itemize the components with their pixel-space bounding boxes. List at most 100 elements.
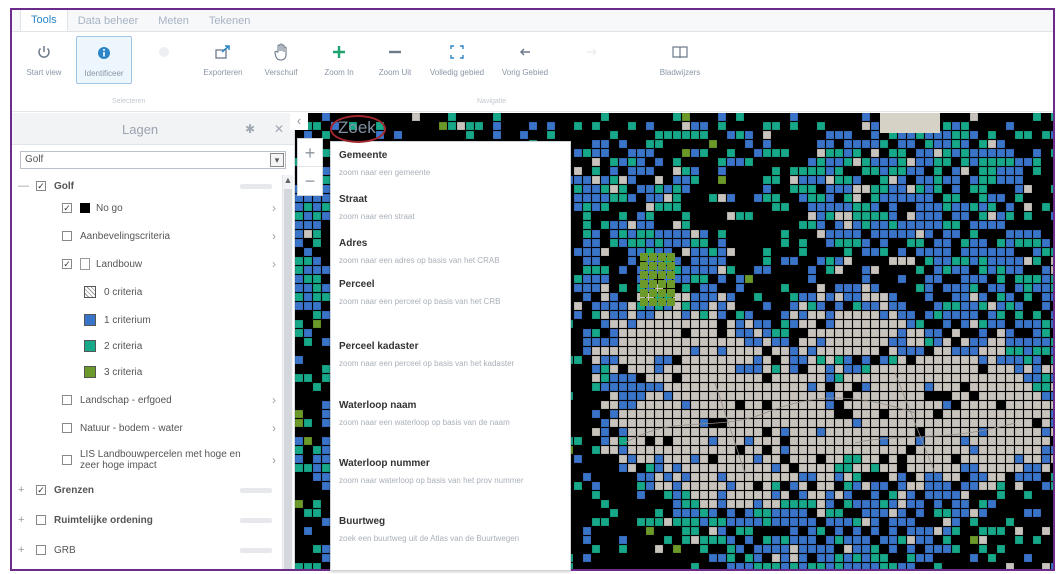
layer-label: 1 criterium [104,314,151,326]
layer-checkbox[interactable] [62,203,72,213]
zoom-in-button[interactable]: Zoom In [311,36,367,84]
layer-label: No go [96,202,123,214]
close-icon[interactable]: ✕ [274,122,284,136]
black-swatch-icon [80,203,90,213]
layer-checkbox[interactable] [62,395,72,405]
identificeer-button[interactable]: Identificeer [76,36,132,84]
opacity-slider[interactable] [240,517,272,523]
disabled-tool-9-button[interactable] [564,36,620,84]
search-option-description: zoom naar een straat [339,212,415,221]
search-option-perceel-kadaster[interactable]: Perceel kadaster zoom naar een perceel op… [339,341,559,371]
legend-item: 2 criteria [12,335,282,357]
layer-label: Grenzen [54,484,95,496]
volledig-gebied-button[interactable]: Volledig gebied [429,36,485,84]
search-option-description: zoom naar waterloop op basis van het pro… [339,476,524,485]
search-option-buurtweg[interactable]: Buurtweg zoek een buurtweg uit de Atlas v… [339,516,559,546]
legend-swatch [84,340,96,352]
tab-data-beheer[interactable]: Data beheer [68,11,149,31]
layer-theme-select[interactable]: Golf ▾ [20,151,286,169]
layer-item[interactable]: — Golf [12,175,282,197]
layer-checkbox[interactable] [62,455,72,465]
chevron-right-icon[interactable]: › [272,201,276,215]
exporteren-button[interactable]: Exporteren [195,36,251,84]
map-zoom-in-button[interactable]: + [298,139,322,167]
verschuif-button[interactable]: Verschuif [253,36,309,84]
layer-item[interactable]: Landbouw › [12,253,282,275]
map-zoom-out-button[interactable]: − [298,167,322,195]
layer-item[interactable]: + Ruimtelijke ordening [12,509,282,531]
search-option-straat[interactable]: Straat zoom naar een straat [339,194,559,224]
layer-checkbox[interactable] [62,259,72,269]
layer-label: 3 criteria [104,366,143,378]
zoom-in-icon [327,40,351,64]
chevron-down-icon[interactable]: ▾ [270,153,284,167]
collapse-panel-icon[interactable]: ‹ [290,112,308,130]
previous-extent-icon [513,40,537,64]
blank-icon [152,40,176,64]
layer-label: Aanbevelingscriteria [80,230,171,242]
search-option-adres[interactable]: Adres zoom naar een adres op basis van he… [339,238,559,268]
vorig-gebied-button[interactable]: Vorig Gebied [497,36,553,84]
chevron-right-icon[interactable]: › [272,257,276,271]
layers-panel: Lagen ✱ ✕ Golf ▾ —GolfNo go›Aanbevelings… [12,113,295,569]
layer-item[interactable]: LIS Landbouwpercelen met hoge en zeer ho… [12,445,282,475]
layer-checkbox[interactable] [62,231,72,241]
search-option-waterloop-nummer[interactable]: Waterloop nummer zoom naar waterloop op b… [339,458,559,488]
tab-meten[interactable]: Meten [148,11,199,31]
opacity-slider[interactable] [240,183,272,189]
expand-icon[interactable]: + [18,484,24,496]
search-option-description: zoom naar een waterloop op basis van de … [339,418,510,427]
layer-item[interactable]: + GRB [12,539,282,561]
layer-checkbox[interactable] [62,423,72,433]
tab-tekenen[interactable]: Tekenen [199,11,261,31]
search-option-title: Adres [339,238,368,249]
layer-label: Landbouw [96,258,143,270]
search-option-description: zoek een buurtweg uit de Atlas van de Bu… [339,534,520,543]
group-label-selecteren: Selecteren [112,98,146,105]
legend-item: 0 criteria [12,281,282,303]
bladwijzers-button[interactable]: Bladwijzers [652,36,708,84]
search-option-waterloop-naam[interactable]: Waterloop naam zoom naar een waterloop op… [339,400,559,430]
layer-item[interactable]: No go › [12,197,282,219]
layer-label: Golf [54,180,74,192]
chevron-right-icon[interactable]: › [272,453,276,467]
tab-tools[interactable]: Tools [20,10,68,31]
collapse-icon[interactable]: — [18,180,29,192]
tool-label: Exporteren [203,68,243,77]
zoom-uit-button[interactable]: Zoom Uit [367,36,423,84]
layer-label: Ruimtelijke ordening [54,514,153,526]
opacity-slider[interactable] [240,487,272,493]
chevron-right-icon[interactable]: › [272,393,276,407]
full-extent-icon [445,40,469,64]
legend-swatch [84,314,96,326]
layer-item[interactable]: Natuur - bodem - water › [12,417,282,439]
layer-label: Natuur - bodem - water [80,422,183,434]
search-option-gemeente[interactable]: Gemeente zoom naar een gemeente [339,150,559,180]
expand-icon[interactable]: + [18,544,24,556]
layer-checkbox[interactable] [36,485,46,495]
search-menu: Gemeente zoom naar een gemeente Straat zoom… [330,141,571,571]
expand-icon[interactable]: + [18,514,24,526]
scrollbar-thumb[interactable] [284,189,292,569]
layer-checkbox[interactable] [36,181,46,191]
disabled-tool-2-button[interactable] [136,36,192,84]
layer-checkbox[interactable] [36,515,46,525]
scroll-up-icon[interactable]: ▲ [283,175,293,187]
layer-label: 0 criteria [104,286,143,298]
chevron-right-icon[interactable]: › [272,421,276,435]
start-view-button[interactable]: Start view [16,36,72,84]
search-option-title: Buurtweg [339,516,386,527]
opacity-slider[interactable] [240,547,272,553]
power-icon [32,40,56,64]
layer-item[interactable]: Landschap - erfgoed › [12,389,282,411]
layer-tree-scrollbar[interactable]: ▲ [282,175,293,569]
search-option-perceel[interactable]: Perceel zoom naar een perceel op basis va… [339,279,559,309]
chevron-right-icon[interactable]: › [272,229,276,243]
gear-icon[interactable]: ✱ [245,122,255,136]
layer-item[interactable]: + Grenzen [12,479,282,501]
search-button[interactable]: Zoek [334,117,384,141]
layer-checkbox[interactable] [36,545,46,555]
layer-item[interactable]: Aanbevelingscriteria › [12,225,282,247]
group-label-navigatie: Navigatie [477,98,507,105]
search-option-title: Perceel [339,279,375,290]
